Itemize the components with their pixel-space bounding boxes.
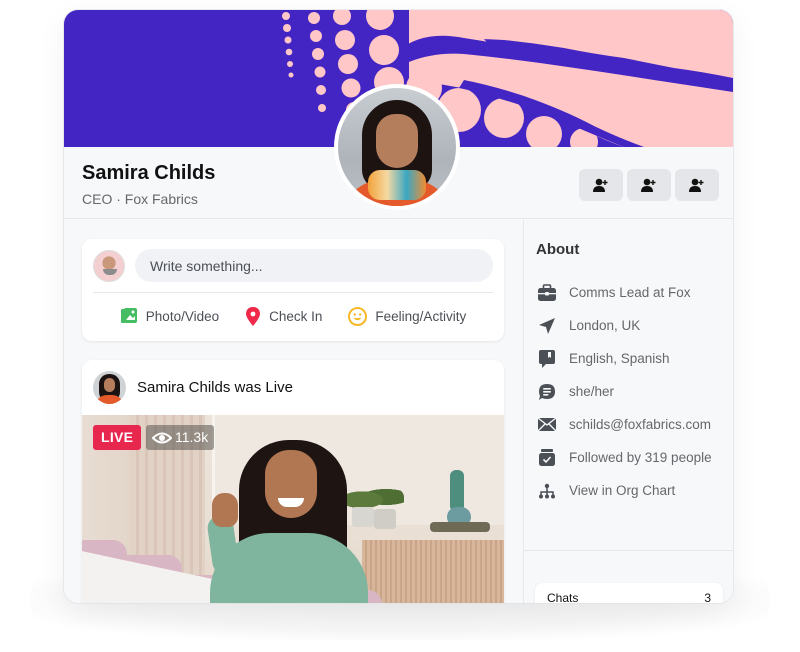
chats-panel[interactable]: Chats 3 [535,583,723,603]
about-item-languages: English, Spanish [536,342,712,375]
add-person-icon [689,178,704,192]
photo-video-label: Photo/Video [145,308,220,324]
write-something-input[interactable] [135,249,493,282]
check-in-button[interactable]: Check In [245,306,323,326]
viewer-count-badge: 11.3k [146,425,215,450]
profile-subtitle: CEO · Fox Fabrics [82,191,198,207]
profile-name: Samira Childs [82,162,216,184]
chats-label: Chats [547,591,579,603]
about-item-job: Comms Lead at Fox [536,276,712,309]
about-item-text: Followed by 319 people [569,450,712,465]
briefcase-icon [538,283,556,301]
post-composer: Photo/Video Check In Feeling/Activity [82,239,504,341]
about-item-text: English, Spanish [569,351,670,366]
live-post: Samira Childs was Live LIVE 11.3k [82,360,504,603]
about-list: Comms Lead at Fox London, UK English, Sp… [536,276,712,507]
live-video[interactable]: LIVE 11.3k [82,415,504,603]
viewer-count: 11.3k [175,429,209,445]
feeling-activity-button[interactable]: Feeling/Activity [348,306,467,326]
post-author-name[interactable]: Samira Childs [137,379,230,396]
about-item-text: schilds@foxfabrics.com [569,417,711,432]
current-user-avatar [93,250,125,282]
about-heading: About [536,241,580,258]
profile-photo [338,88,456,206]
live-badge: LIVE [93,425,142,450]
check-in-label: Check In [269,308,323,324]
followers-check-icon [539,449,555,466]
location-pin-icon [246,306,261,326]
add-person-icon [641,178,656,192]
about-item-text: she/her [569,384,615,399]
about-item-location: London, UK [536,309,712,342]
about-item-org-chart[interactable]: View in Org Chart [536,474,712,507]
connect-button[interactable] [675,169,719,201]
chats-count: 3 [704,591,711,603]
post-author-avatar[interactable] [93,371,126,404]
location-arrow-icon [539,317,555,334]
add-person-icon [593,178,608,192]
add-friend-button[interactable] [579,169,623,201]
language-bubble-icon [539,349,555,368]
envelope-icon [537,417,557,432]
about-item-email[interactable]: schilds@foxfabrics.com [536,408,712,441]
feeling-activity-label: Feeling/Activity [375,308,467,324]
post-title: Samira Childs was Live [137,379,293,396]
photo-video-button[interactable]: Photo/Video [120,307,219,325]
about-item-followers[interactable]: Followed by 319 people [536,441,712,474]
smiley-icon [348,306,368,326]
org-chart-icon [539,483,555,498]
profile-actions [579,169,719,201]
pronouns-chat-icon [539,383,555,400]
post-action-text: was Live [234,379,293,396]
about-sidebar: About Comms Lead at Fox London, UK Engli… [523,220,733,603]
sidebar-divider [524,550,733,551]
composer-actions: Photo/Video Check In Feeling/Activity [82,302,504,330]
about-item-text: View in Org Chart [569,483,676,498]
about-item-pronouns: she/her [536,375,712,408]
composer-divider [93,292,493,293]
follow-button[interactable] [627,169,671,201]
feed-column: Photo/Video Check In Feeling/Activity Sa… [64,220,523,603]
eye-icon [152,432,172,443]
about-item-text: Comms Lead at Fox [569,285,691,300]
profile-window: Samira Childs CEO · Fox Fabrics Write so… [64,10,733,603]
photo-icon [120,308,137,323]
about-item-text: London, UK [569,318,641,333]
profile-avatar[interactable] [334,84,460,210]
